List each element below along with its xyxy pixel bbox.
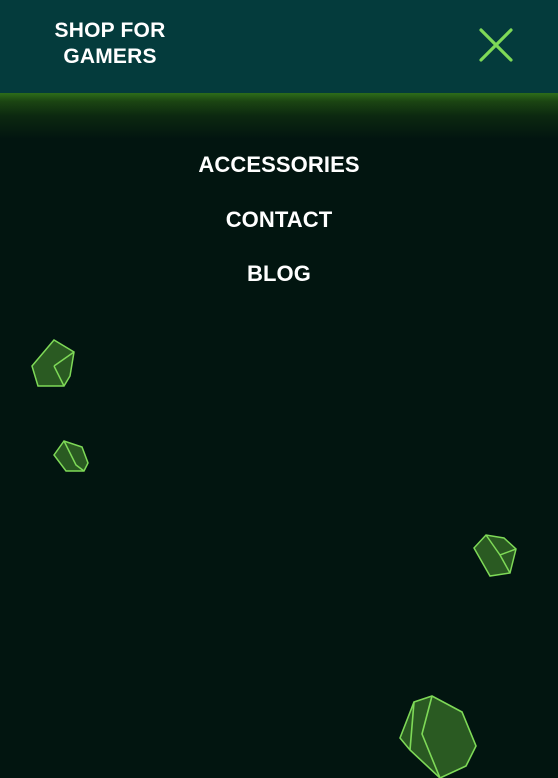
rock-decoration-2 [53,440,89,472]
brand-logo[interactable]: SHOP FOR GAMERS [40,18,180,70]
menu-item-accessories[interactable]: ACCESSORIES [0,150,558,180]
top-bar: SHOP FOR GAMERS [0,0,558,93]
close-menu-button[interactable] [476,25,516,65]
rock-decoration-4 [399,695,477,778]
rock-decoration-1 [31,339,75,387]
close-icon [479,28,513,62]
mobile-menu: ACCESSORIES CONTACT BLOG [0,150,558,314]
rock-decoration-3 [473,534,517,577]
menu-item-blog[interactable]: BLOG [0,259,558,289]
header-glow [0,93,558,139]
brand-line-2: GAMERS [63,45,157,68]
brand-line-1: SHOP FOR [54,19,166,42]
menu-item-contact[interactable]: CONTACT [0,205,558,235]
